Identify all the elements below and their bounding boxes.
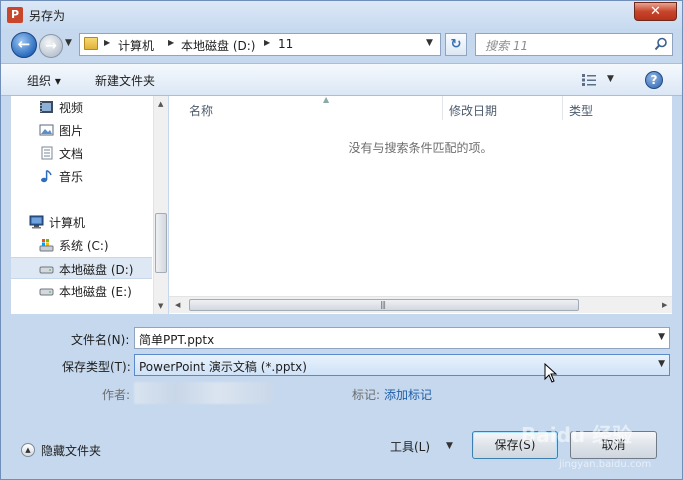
breadcrumb-folder-11[interactable]: 11 — [278, 37, 293, 51]
author-label: 作者: — [102, 388, 131, 402]
address-bar[interactable]: ▶ 计算机 ▶ 本地磁盘 (D:) ▶ 11 ▼ — [79, 33, 441, 56]
save-as-dialog: P 另存为 ✕ ← → ▼ ▶ 计算机 ▶ 本地磁盘 (D:) ▶ 11 ▼ ↻… — [0, 0, 683, 480]
sidebar-item-label: 音乐 — [59, 170, 84, 184]
sidebar-item-drive-e[interactable]: 本地磁盘 (E:) — [11, 280, 152, 302]
sidebar-item-computer[interactable]: 计算机 — [11, 211, 152, 233]
sidebar-item-label: 本地磁盘 (D:) — [59, 263, 134, 277]
title-bar: P 另存为 ✕ — [1, 1, 682, 29]
watermark-text: Baidu 经验 — [521, 423, 633, 447]
file-list-scroll-thumb[interactable]: ||| — [189, 299, 579, 311]
sidebar-item-videos[interactable]: 视频 — [11, 96, 152, 118]
drive-icon — [39, 266, 54, 274]
file-list-pane: 名称 ▲ 修改日期 类型 没有与搜索条件匹配的项。 ◀ ||| ▶ — [169, 95, 672, 314]
document-icon — [41, 146, 53, 160]
search-input[interactable]: 搜索 11 — [475, 33, 673, 56]
collapse-up-icon: ▲ — [21, 443, 35, 457]
watermark-sub: jingyan.baidu.com — [559, 459, 652, 470]
refresh-button[interactable]: ↻ — [445, 33, 467, 56]
sidebar-item-pictures[interactable]: 图片 — [11, 119, 152, 141]
sidebar-item-label: 视频 — [59, 101, 84, 115]
tools-button[interactable]: 工具(L) — [390, 438, 430, 455]
scroll-down-icon[interactable]: ▼ — [158, 302, 163, 310]
sidebar-item-drive-c[interactable]: 系统 (C:) — [11, 234, 152, 256]
filetype-value: PowerPoint 演示文稿 (*.pptx) — [139, 360, 307, 374]
video-icon — [40, 101, 53, 113]
sidebar-scrollbar[interactable]: ▲ ▼ — [153, 96, 168, 314]
view-dropdown-icon[interactable]: ▼ — [607, 74, 614, 84]
window-title: 另存为 — [29, 9, 66, 23]
tools-dropdown-icon[interactable]: ▼ — [446, 441, 453, 451]
tags-label: 标记: — [352, 388, 381, 402]
baidu-watermark: Baidu 经验 jingyan.baidu.com — [521, 419, 681, 479]
column-label: 名称 — [189, 104, 214, 118]
filename-field[interactable]: 简单PPT.pptx ▼ — [134, 327, 670, 349]
column-label: 修改日期 — [449, 104, 498, 118]
navigation-pane: 视频 图片 文档 音乐 计算机 系统 (C:) 本地磁盘 (D:) 本地磁盘 (… — [11, 96, 168, 314]
sort-ascending-icon: ▲ — [323, 95, 330, 104]
system-drive-icon — [39, 239, 54, 252]
sidebar-item-documents[interactable]: 文档 — [11, 142, 152, 164]
breadcrumb-separator-icon[interactable]: ▶ — [104, 38, 110, 47]
picture-icon — [39, 124, 54, 136]
chevron-down-icon[interactable]: ▼ — [658, 359, 665, 369]
organize-button[interactable]: 组织 ▾ — [27, 72, 61, 89]
sidebar-item-label: 计算机 — [49, 216, 86, 230]
mouse-cursor-icon — [544, 363, 558, 383]
sidebar-scroll-thumb[interactable] — [155, 213, 167, 273]
hide-folders-label: 隐藏文件夹 — [41, 444, 102, 458]
powerpoint-app-icon: P — [7, 7, 23, 23]
breadcrumb-separator-icon[interactable]: ▶ — [168, 38, 174, 47]
chevron-down-icon[interactable]: ▼ — [658, 332, 665, 342]
breadcrumb-drive-d[interactable]: 本地磁盘 (D:) — [181, 37, 255, 54]
sidebar-item-label: 图片 — [59, 124, 84, 138]
filename-label: 文件名(N): — [71, 333, 130, 347]
sidebar-item-music[interactable]: 音乐 — [11, 165, 152, 187]
sidebar-item-drive-d[interactable]: 本地磁盘 (D:) — [11, 257, 152, 279]
add-tags-link[interactable]: 添加标记 — [384, 386, 432, 403]
folder-icon — [84, 37, 98, 50]
back-button[interactable]: ← — [11, 32, 37, 58]
view-options-icon[interactable] — [581, 73, 597, 87]
scroll-right-icon[interactable]: ▶ — [662, 301, 667, 309]
author-value-redacted[interactable] — [134, 382, 274, 404]
history-dropdown-icon[interactable]: ▼ — [65, 38, 72, 48]
search-placeholder: 搜索 11 — [485, 39, 529, 53]
scroll-left-icon[interactable]: ◀ — [175, 301, 180, 309]
sidebar-item-label: 本地磁盘 (E:) — [59, 285, 132, 299]
computer-icon — [29, 215, 44, 229]
column-header-type[interactable]: 类型 — [563, 96, 672, 120]
drive-icon — [39, 288, 54, 296]
new-folder-button[interactable]: 新建文件夹 — [95, 72, 155, 89]
sidebar-item-label: 系统 (C:) — [59, 239, 109, 253]
column-header-modified[interactable]: 修改日期 — [443, 96, 563, 120]
column-label: 类型 — [569, 104, 594, 118]
navigation-row: ← → ▼ ▶ 计算机 ▶ 本地磁盘 (D:) ▶ 11 ▼ ↻ 搜索 11 — [1, 29, 682, 61]
help-icon[interactable]: ? — [645, 71, 663, 89]
filetype-label: 保存类型(T): — [62, 360, 131, 374]
filename-value: 简单PPT.pptx — [139, 333, 215, 347]
address-dropdown-icon[interactable]: ▼ — [426, 38, 433, 48]
toolbar: 组织 ▾ 新建文件夹 ▼ ? — [1, 63, 682, 96]
breadcrumb-computer[interactable]: 计算机 — [118, 37, 154, 54]
sidebar-item-label: 文档 — [59, 147, 84, 161]
scroll-grip-icon: ||| — [380, 300, 386, 309]
empty-message: 没有与搜索条件匹配的项。 — [348, 141, 493, 155]
column-header-name[interactable]: 名称 ▲ — [183, 95, 443, 120]
music-icon — [41, 169, 52, 183]
scroll-up-icon[interactable]: ▲ — [158, 100, 163, 108]
filetype-select[interactable]: PowerPoint 演示文稿 (*.pptx) ▼ — [134, 354, 670, 376]
forward-button[interactable]: → — [39, 34, 63, 58]
close-button[interactable]: ✕ — [634, 2, 677, 21]
file-list-horizontal-scrollbar[interactable]: ◀ ||| ▶ — [169, 296, 672, 313]
breadcrumb-separator-icon[interactable]: ▶ — [264, 38, 270, 47]
search-icon[interactable] — [654, 37, 668, 51]
